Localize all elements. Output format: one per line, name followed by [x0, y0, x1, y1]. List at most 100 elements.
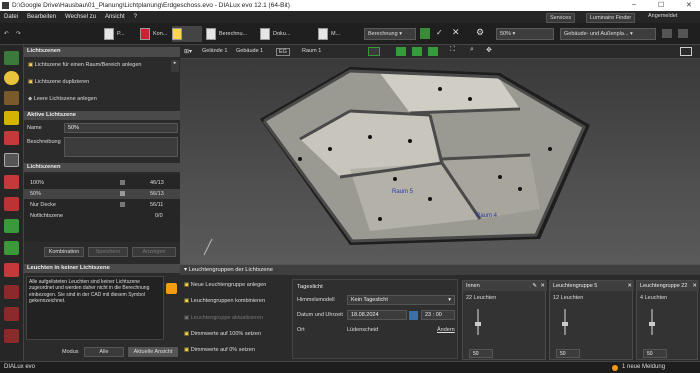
duplicate-scene-action[interactable]: ▣ Lichtszene duplizieren [24, 79, 180, 85]
group-card-22: Leuchtengruppe 22 ✕ 4 Leuchten 50 [636, 280, 699, 360]
slider-knob[interactable] [562, 322, 568, 326]
top-view-icon[interactable] [412, 47, 422, 56]
maximize-button[interactable]: ☐ [658, 1, 664, 9]
scene-toggle-icon[interactable] [120, 202, 125, 207]
validate-icon[interactable]: ✓ [436, 28, 443, 37]
breadcrumb-raum[interactable]: Raum 1 [302, 48, 321, 54]
action-label: Dimmwerte auf 100% setzen [190, 331, 262, 337]
name-field[interactable]: 50% [64, 123, 178, 133]
undo-icon[interactable]: ↶ [4, 26, 9, 42]
dim-slider[interactable] [649, 309, 655, 335]
scene-toggle-icon[interactable] [120, 191, 125, 196]
room-icon[interactable] [4, 175, 19, 189]
breadcrumb-eg[interactable]: EG [276, 48, 290, 56]
close-icon[interactable]: ✕ [540, 283, 545, 289]
wall-icon[interactable] [4, 285, 19, 299]
empty-scene-action[interactable]: ◆ Leere Lichtszene anlegen [24, 96, 180, 102]
description-field[interactable] [64, 137, 178, 157]
close-icon[interactable]: ✕ [627, 283, 632, 289]
sky-model-dropdown[interactable]: Kein Tageslicht ▾ [347, 295, 455, 305]
tools-icon[interactable] [4, 197, 19, 211]
scene-toggle-icon[interactable] [120, 180, 125, 185]
dim-slider[interactable] [475, 309, 481, 335]
calendar-icon[interactable] [409, 311, 418, 320]
zoom-dropdown[interactable]: 50% ▾ [496, 28, 554, 40]
select-icon[interactable] [4, 263, 19, 277]
redo-icon[interactable]: ↷ [16, 26, 21, 42]
arrangement-icon[interactable] [4, 91, 19, 105]
element-icon[interactable] [4, 307, 19, 321]
color-icon[interactable] [4, 131, 19, 145]
zoom-window-icon[interactable]: ⌕ [470, 46, 474, 54]
dim-slider[interactable] [562, 309, 568, 335]
calc-play-icon[interactable] [420, 28, 430, 39]
menu-datei[interactable]: Datei [4, 14, 18, 20]
select-mode-icon[interactable] [368, 47, 380, 56]
dim-100-action[interactable]: ▣ Dimmwerte auf 100% setzen [184, 331, 284, 337]
luminaire-icon[interactable] [4, 111, 19, 125]
bulb-icon[interactable] [4, 71, 19, 85]
user-status[interactable]: Angemeldet [648, 13, 677, 19]
menu-help[interactable]: ? [134, 14, 137, 20]
breadcrumb-gelaende[interactable]: Gelände 1 [202, 48, 227, 54]
combine-groups-action[interactable]: ▣ Leuchtengruppen kombinieren [184, 298, 284, 304]
menu-bearbeiten[interactable]: Bearbeiten [27, 14, 56, 20]
object-icon[interactable] [4, 329, 19, 343]
tab-calculation[interactable]: Berechnu... [206, 26, 247, 42]
speichern-button[interactable]: Speichern [88, 247, 128, 257]
breadcrumb-gebaeude[interactable]: Gebäude 1 [236, 48, 263, 54]
tageslicht-label: Tageslicht [297, 284, 323, 290]
planning-icon [104, 28, 114, 40]
aktuelle-ansicht-button[interactable]: Aktuelle Ansicht [128, 347, 178, 357]
slider-knob[interactable] [649, 322, 655, 326]
tab-light[interactable] [172, 26, 202, 42]
tab-construction[interactable]: Kon... [140, 26, 167, 42]
3d-viewport[interactable]: Raum 5 Raum 4 [180, 59, 700, 264]
tab-documentation[interactable]: Doku... [260, 26, 290, 42]
plant-icon[interactable] [4, 219, 19, 233]
expand-icon[interactable]: ▸ [171, 60, 179, 72]
dim-value-field[interactable]: 50 [469, 349, 493, 358]
layout-icon[interactable] [662, 29, 672, 38]
close-button[interactable]: ✕ [686, 1, 692, 9]
zoom-fit-icon[interactable]: ⛶ [450, 46, 455, 54]
minimize-button[interactable]: – [632, 1, 636, 8]
cancel-icon[interactable]: ✕ [452, 27, 460, 38]
update-group-action[interactable]: ▣ Leuchtengruppe aktualisieren [184, 315, 284, 321]
light-icon[interactable] [4, 241, 19, 255]
calculation-dropdown[interactable]: Berechnung ▾ [364, 28, 416, 40]
notification-text[interactable]: 1 neue Meldung [622, 364, 665, 370]
screen-icon[interactable] [680, 47, 692, 56]
tab-more[interactable]: M... [318, 26, 340, 42]
kombination-button[interactable]: Kombination [44, 247, 84, 257]
panel-icon[interactable] [678, 29, 688, 38]
new-group-action[interactable]: ▣ Neue Leuchtengruppe anlegen [184, 282, 284, 288]
title-bar: D:\Google Drive\Hausbau\01_Planung\Licht… [0, 0, 700, 11]
slider-knob[interactable] [475, 322, 481, 326]
tab-planning[interactable]: P... [104, 26, 125, 42]
dim-0-action[interactable]: ▣ Dimmwerte auf 0% setzen [184, 347, 284, 353]
settings-icon[interactable]: ⚙ [476, 27, 484, 38]
services-button[interactable]: Services [546, 13, 576, 23]
menu-wechsel-zu[interactable]: Wechsel zu [65, 14, 96, 20]
alle-button[interactable]: Alle [84, 347, 124, 357]
group-header: Innen ✎ ✕ [463, 281, 547, 291]
anzeigen-button[interactable]: Anzeigen [132, 247, 176, 257]
dim-value-field[interactable]: 50 [556, 349, 580, 358]
3d-view-icon[interactable] [396, 47, 406, 56]
luminaire-finder-button[interactable]: Luminaire Finder [586, 13, 636, 23]
date-field[interactable]: 18.08.2024 [347, 310, 407, 320]
lightscene-icon[interactable] [4, 153, 19, 167]
menu-ansicht[interactable]: Ansicht [105, 14, 125, 20]
side-view-icon[interactable] [428, 47, 438, 56]
view-mode-dropdown[interactable]: Gebäude- und Außenpla... ▾ [560, 28, 656, 40]
close-icon[interactable]: ✕ [692, 283, 697, 289]
edit-icon[interactable]: ✎ [532, 283, 537, 289]
time-field[interactable]: 23 : 00 [421, 310, 455, 320]
aendern-link[interactable]: Ändern [437, 327, 455, 333]
dim-value-field[interactable]: 50 [643, 349, 667, 358]
create-scene-action[interactable]: ▣ Lichtszene für einen Raum/Bereich anle… [24, 62, 180, 68]
grid-icon[interactable]: ⊞▾ [184, 48, 192, 55]
scene-icon[interactable] [4, 51, 19, 65]
pan-icon[interactable]: ✥ [486, 46, 492, 54]
